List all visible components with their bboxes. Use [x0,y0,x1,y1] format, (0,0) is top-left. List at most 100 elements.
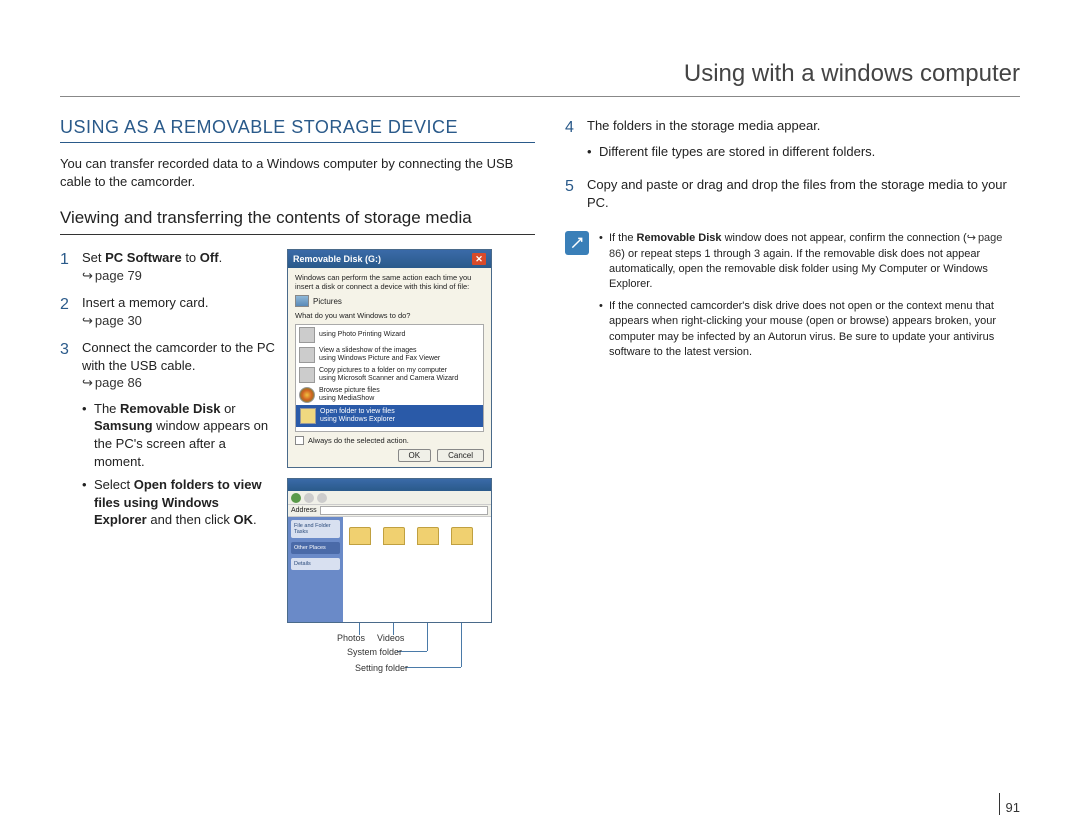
sidebar-other: Other Places [291,542,340,554]
note-item: If the Removable Disk window does not ap… [599,231,1020,293]
page-title: Using with a windows computer [60,60,1020,97]
callout-photos: Photos [337,633,365,643]
text: If the [609,232,637,244]
step-number: 2 [60,294,74,329]
text: Set [82,250,105,265]
bold: Removable Disk [120,401,220,416]
subsection-title: Viewing and transferring the contents of… [60,208,535,235]
step-body: Copy and paste or drag and drop the file… [587,176,1020,211]
step-body: Set PC Software to Off. page 79 [82,249,275,284]
explorer-window: Address File and Folder Tasks Other Plac… [287,478,492,623]
dialog-prompt: What do you want Windows to do? [295,311,484,320]
forward-icon[interactable] [304,493,314,503]
sub-bullets: Different file types are stored in diffe… [587,143,1020,161]
removable-disk-dialog: Removable Disk (G:) ✕ Windows can perfor… [287,249,492,468]
dialog-option[interactable]: Copy pictures to a folder on my computer… [296,365,483,385]
page-ref: page 30 [82,313,142,328]
folder-icon [383,527,405,545]
address-label: Address [291,507,317,514]
opt-sub: using Windows Picture and Fax Viewer [319,355,440,363]
back-icon[interactable] [291,493,301,503]
sub-bullets: The Removable Disk or Samsung window app… [82,400,275,529]
dialog-intro: Windows can perform the same action each… [295,273,484,291]
dialog-option-selected[interactable]: Open folder to view filesusing Windows E… [296,405,483,427]
left-column: USING AS A REMOVABLE STORAGE DEVICE You … [60,117,535,693]
folder-setting[interactable] [451,527,473,545]
dialog-option[interactable]: Browse picture filesusing MediaShow [296,385,483,405]
sidebar-tasks: File and Folder Tasks [291,520,340,538]
cancel-button[interactable]: Cancel [437,449,484,462]
step-body: Insert a memory card. page 30 [82,294,275,329]
step-2: 2 Insert a memory card. page 30 [60,294,275,329]
bold: Off [200,250,219,265]
up-icon[interactable] [317,493,327,503]
text: window does not appear, confirm the conn… [722,232,967,244]
bold: PC Software [105,250,182,265]
page-number: 91 [999,793,1020,815]
steps-list: 1 Set PC Software to Off. page 79 2 Inse… [60,249,275,693]
bullet: Select Open folders to view files using … [82,476,275,529]
opt-text: Copy pictures to a folder on my computer [319,367,458,375]
dialog-option[interactable]: using Photo Printing Wizard [296,325,483,345]
opt-text: Browse picture files [319,387,380,395]
text: . [219,250,223,265]
opt-text: Open folder to view files [320,408,395,416]
folder-system[interactable] [417,527,439,545]
callout-system: System folder [347,647,402,657]
text: . [253,512,257,527]
dialog-titlebar: Removable Disk (G:) ✕ [288,250,491,268]
step-number: 1 [60,249,74,284]
explorer-main [343,517,491,622]
dialog-option[interactable]: View a slideshow of the imagesusing Wind… [296,345,483,365]
close-icon[interactable]: ✕ [472,253,486,265]
scanner-icon [299,367,315,383]
text: Select [94,477,134,492]
section-title: USING AS A REMOVABLE STORAGE DEVICE [60,117,535,143]
text: Connect the camcorder to the PC with the… [82,340,275,373]
explorer-toolbar [288,491,491,505]
explorer-titlebar [288,479,491,491]
step-number: 5 [565,176,579,211]
explorer-addressbar: Address [288,505,491,517]
opt-text: View a slideshow of the images [319,347,440,355]
dialog-buttons: OK Cancel [295,449,484,462]
intro-text: You can transfer recorded data to a Wind… [60,155,535,190]
checkbox-icon[interactable] [295,436,304,445]
callout-setting: Setting folder [355,663,408,673]
callout-videos: Videos [377,633,404,643]
note-icon [565,231,589,255]
bold: Removable Disk [637,232,722,244]
opt-sub: using Microsoft Scanner and Camera Wizar… [319,375,458,383]
folder-photos[interactable] [349,527,371,545]
step-number: 4 [565,117,579,166]
folder-icon [300,408,316,424]
step-body: Connect the camcorder to the PC with the… [82,339,275,534]
text: to [182,250,200,265]
sidebar-details: Details [291,558,340,570]
ok-button[interactable]: OK [398,449,432,462]
left-body: 1 Set PC Software to Off. page 79 2 Inse… [60,249,535,693]
dialog-title-text: Removable Disk (G:) [293,254,381,264]
folder-icon [451,527,473,545]
screenshot-stack: Removable Disk (G:) ✕ Windows can perfor… [287,249,535,693]
checkbox-label: Always do the selected action. [308,436,409,445]
folder-videos[interactable] [383,527,405,545]
dialog-checkbox-row[interactable]: Always do the selected action. [295,436,484,445]
folder-callouts: Photos Videos System folder Setting fold… [287,623,492,693]
text: ) or repeat steps 1 through 3 again. If … [609,248,988,291]
address-field[interactable] [320,506,488,515]
printer-icon [299,327,315,343]
page-ref: page 79 [82,268,142,283]
step-5: 5 Copy and paste or drag and drop the fi… [565,176,1020,211]
dialog-body: Windows can perform the same action each… [288,268,491,467]
note-bullets: If the Removable Disk window does not ap… [599,231,1020,366]
dialog-options-list[interactable]: using Photo Printing Wizard View a slide… [295,324,484,432]
pictures-label: Pictures [313,297,342,306]
picture-icon [295,295,309,307]
right-column: 4 The folders in the storage media appea… [565,117,1020,693]
page-ref: page 86 [82,375,142,390]
explorer-sidebar: File and Folder Tasks Other Places Detai… [288,517,343,622]
step-4: 4 The folders in the storage media appea… [565,117,1020,166]
step-1: 1 Set PC Software to Off. page 79 [60,249,275,284]
step-number: 3 [60,339,74,534]
